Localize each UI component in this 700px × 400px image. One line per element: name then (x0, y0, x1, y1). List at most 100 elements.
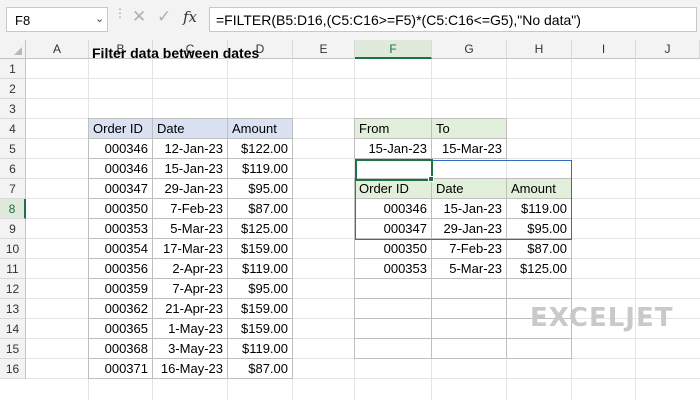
column-header-h[interactable]: H (507, 40, 572, 59)
source-table-cell[interactable]: 7-Apr-23 (153, 279, 228, 299)
result-table-cell[interactable] (507, 339, 572, 359)
row-header-11[interactable]: 11 (0, 259, 26, 279)
result-table-cell[interactable]: 5-Mar-23 (432, 259, 507, 279)
row-header-12[interactable]: 12 (0, 279, 26, 299)
source-table-cell[interactable]: $125.00 (228, 219, 293, 239)
source-table-cell[interactable]: 000346 (88, 139, 153, 159)
source-table-cell[interactable]: 21-Apr-23 (153, 299, 228, 319)
row-header-14[interactable]: 14 (0, 319, 26, 339)
row-header-4[interactable]: 4 (0, 119, 26, 139)
insert-function-icon[interactable]: fx (183, 8, 197, 26)
source-header-cell[interactable]: Order ID (88, 118, 153, 139)
source-table-cell[interactable]: $95.00 (228, 279, 293, 299)
result-table-cell[interactable] (432, 339, 507, 359)
result-table-cell[interactable] (507, 279, 572, 299)
criteria-header-cell[interactable]: To (432, 118, 507, 139)
source-table-cell[interactable]: 2-Apr-23 (153, 259, 228, 279)
source-table-cell[interactable]: 16-May-23 (153, 359, 228, 379)
criteria-header-cell[interactable]: From (354, 118, 432, 139)
fill-handle[interactable] (428, 176, 434, 182)
row-header-5[interactable]: 5 (0, 139, 26, 159)
source-table-cell[interactable]: $159.00 (228, 299, 293, 319)
result-table-cell[interactable]: $125.00 (507, 259, 572, 279)
source-table-cell[interactable]: 000365 (88, 319, 153, 339)
source-table-cell[interactable]: 000368 (88, 339, 153, 359)
row-header-8[interactable]: 8 (0, 199, 26, 219)
row-header-13[interactable]: 13 (0, 299, 26, 319)
result-table-cell[interactable] (432, 299, 507, 319)
source-table-cell[interactable]: 7-Feb-23 (153, 199, 228, 219)
source-table-cell[interactable]: 29-Jan-23 (153, 179, 228, 199)
result-table-cell[interactable]: $95.00 (507, 219, 572, 239)
name-box[interactable]: F8 ⌄ (6, 7, 108, 32)
source-table-cell[interactable]: 000350 (88, 199, 153, 219)
result-table-cell[interactable] (432, 319, 507, 339)
source-table-cell[interactable]: 5-Mar-23 (153, 219, 228, 239)
source-table-cell[interactable]: 000346 (88, 159, 153, 179)
column-header-i[interactable]: I (572, 40, 636, 59)
chevron-down-icon[interactable]: ⌄ (95, 12, 104, 25)
source-table-cell[interactable]: $119.00 (228, 339, 293, 359)
result-table-cell[interactable]: 29-Jan-23 (432, 219, 507, 239)
formula-input[interactable]: =FILTER(B5:D16,(C5:C16>=F5)*(C5:C16<=G5)… (209, 7, 697, 32)
source-table-cell[interactable]: 3-May-23 (153, 339, 228, 359)
source-table-cell[interactable]: 12-Jan-23 (153, 139, 228, 159)
source-table-cell[interactable]: 000362 (88, 299, 153, 319)
source-header-cell[interactable]: Amount (228, 118, 293, 139)
row-header-7[interactable]: 7 (0, 179, 26, 199)
source-table-cell[interactable]: $119.00 (228, 159, 293, 179)
source-table-cell[interactable]: 1-May-23 (153, 319, 228, 339)
source-table-cell[interactable]: $119.00 (228, 259, 293, 279)
column-header-a[interactable]: A (26, 40, 89, 59)
source-header-cell[interactable]: Date (153, 118, 228, 139)
source-table-cell[interactable]: $87.00 (228, 199, 293, 219)
result-table-cell[interactable] (354, 279, 432, 299)
source-table-cell[interactable]: $159.00 (228, 319, 293, 339)
row-header-15[interactable]: 15 (0, 339, 26, 359)
result-table-cell[interactable] (354, 339, 432, 359)
select-all-corner[interactable] (0, 40, 26, 59)
result-table-cell[interactable]: 15-Jan-23 (432, 199, 507, 219)
source-table-cell[interactable]: 000356 (88, 259, 153, 279)
source-table-cell[interactable]: $87.00 (228, 359, 293, 379)
row-header-1[interactable]: 1 (0, 59, 26, 79)
result-table-cell[interactable]: 000353 (354, 259, 432, 279)
source-table-cell[interactable]: 15-Jan-23 (153, 159, 228, 179)
enter-icon[interactable]: ✓ (157, 7, 171, 27)
row-header-2[interactable]: 2 (0, 79, 26, 99)
row-header-6[interactable]: 6 (0, 159, 26, 179)
result-table-cell[interactable]: 000346 (354, 199, 432, 219)
result-table-cell[interactable] (354, 299, 432, 319)
column-header-j[interactable]: J (636, 40, 700, 59)
result-table-cell[interactable] (354, 319, 432, 339)
source-table-cell[interactable]: 000353 (88, 219, 153, 239)
result-table-cell[interactable] (432, 279, 507, 299)
criteria-value-cell[interactable]: 15-Jan-23 (354, 139, 432, 159)
criteria-value-cell[interactable]: 15-Mar-23 (432, 139, 507, 159)
column-header-e[interactable]: E (293, 40, 355, 59)
source-table-cell[interactable]: $95.00 (228, 179, 293, 199)
result-table-cell[interactable]: 000350 (354, 239, 432, 259)
result-table-cell[interactable]: $119.00 (507, 199, 572, 219)
result-header-cell[interactable]: Order ID (354, 178, 432, 199)
column-header-g[interactable]: G (432, 40, 507, 59)
exceljet-logo: EXCELJET (530, 303, 674, 333)
source-table-cell[interactable]: 000371 (88, 359, 153, 379)
row-header-9[interactable]: 9 (0, 219, 26, 239)
result-table-cell[interactable]: 7-Feb-23 (432, 239, 507, 259)
source-table-cell[interactable]: $122.00 (228, 139, 293, 159)
row-header-3[interactable]: 3 (0, 99, 26, 119)
result-table-cell[interactable]: $87.00 (507, 239, 572, 259)
column-header-f[interactable]: F (355, 40, 432, 59)
source-table-cell[interactable]: $159.00 (228, 239, 293, 259)
source-table-cell[interactable]: 17-Mar-23 (153, 239, 228, 259)
result-header-cell[interactable]: Date (432, 178, 507, 199)
row-header-10[interactable]: 10 (0, 239, 26, 259)
source-table-cell[interactable]: 000359 (88, 279, 153, 299)
cancel-icon[interactable]: ✕ (132, 7, 146, 27)
source-table-cell[interactable]: 000347 (88, 179, 153, 199)
result-header-cell[interactable]: Amount (507, 178, 572, 199)
row-header-16[interactable]: 16 (0, 359, 26, 379)
source-table-cell[interactable]: 000354 (88, 239, 153, 259)
result-table-cell[interactable]: 000347 (354, 219, 432, 239)
